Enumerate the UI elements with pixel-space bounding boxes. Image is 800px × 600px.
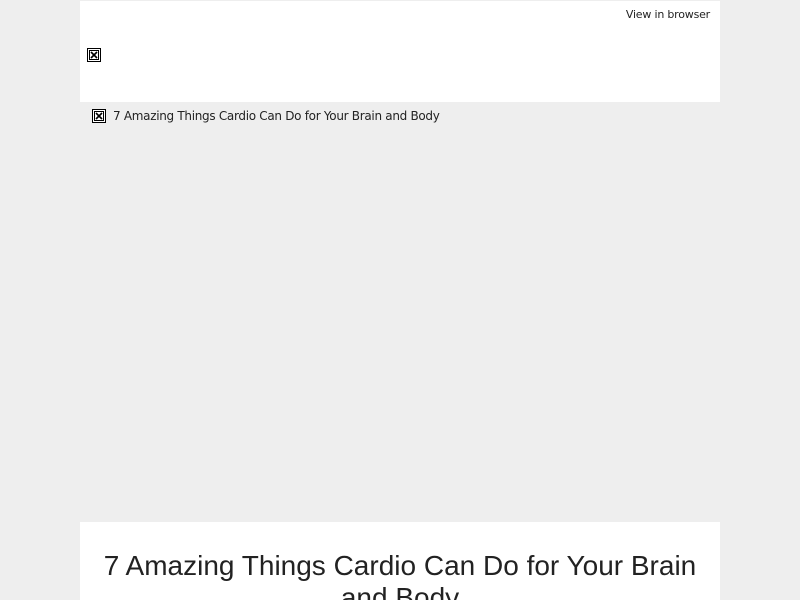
- close-icon: [94, 111, 104, 121]
- article-title[interactable]: 7 Amazing Things Cardio Can Do for Your …: [90, 550, 710, 600]
- hero-image-alt-text[interactable]: 7 Amazing Things Cardio Can Do for Your …: [113, 109, 440, 123]
- broken-image-icon[interactable]: [87, 48, 101, 62]
- article-section: 7 Amazing Things Cardio Can Do for Your …: [80, 522, 720, 600]
- view-in-browser-link[interactable]: View in browser: [626, 8, 710, 21]
- hero-image-area[interactable]: 7 Amazing Things Cardio Can Do for Your …: [80, 102, 720, 522]
- email-container: View in browser 7 Amazing Things Cardio …: [80, 0, 720, 600]
- broken-image-icon[interactable]: [92, 109, 106, 123]
- email-header: View in browser: [80, 1, 720, 102]
- close-icon: [89, 50, 99, 60]
